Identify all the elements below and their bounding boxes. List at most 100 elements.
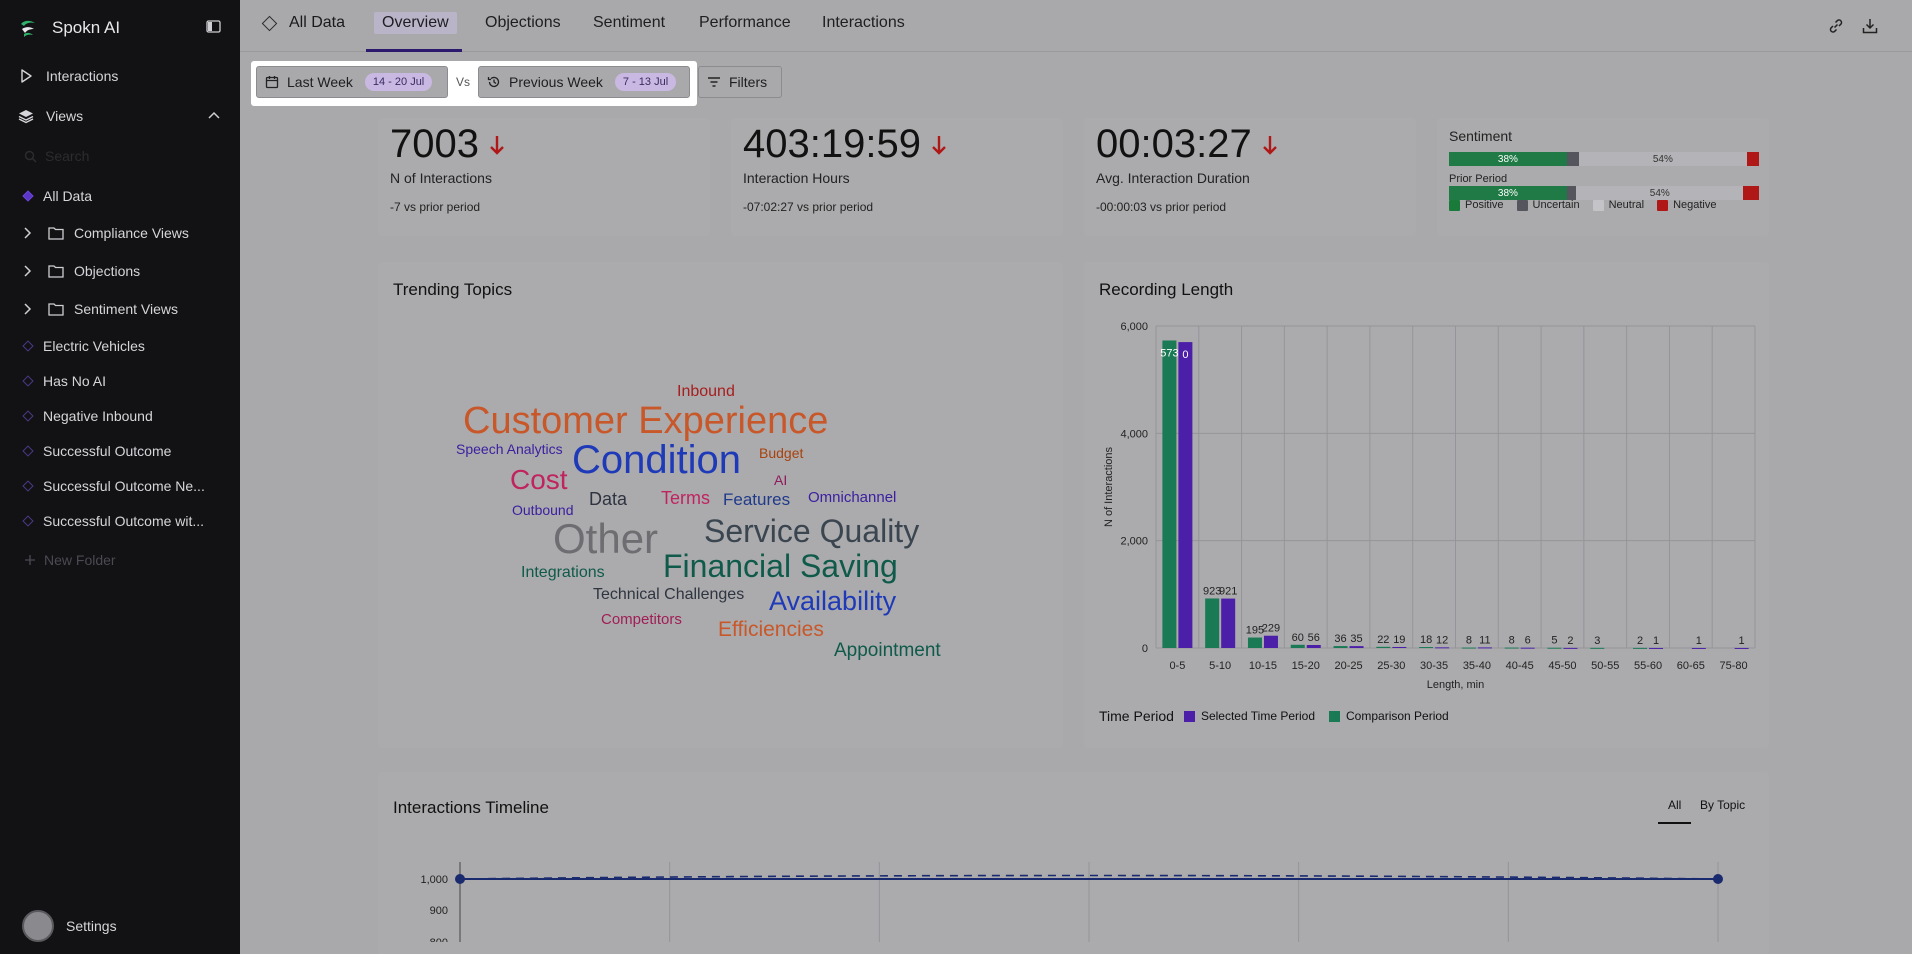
topic-word[interactable]: Appointment xyxy=(834,641,941,660)
view-item[interactable]: Negative Inbound xyxy=(22,405,153,427)
topic-word[interactable]: Efficiencies xyxy=(718,619,824,640)
bar-selected xyxy=(1435,647,1450,649)
legend-item-comparison[interactable]: Comparison Period xyxy=(1329,709,1449,723)
settings-button[interactable]: Settings xyxy=(22,910,117,942)
x-tick-label: 50-55 xyxy=(1591,660,1619,672)
sentiment-bar-prior: 38% 54% xyxy=(1449,186,1759,200)
view-item-label: All Data xyxy=(43,188,93,204)
x-tick-label: 75-80 xyxy=(1720,660,1748,672)
kpi-card-duration: 00:03:27 Avg. Interaction Duration -00:0… xyxy=(1084,118,1416,236)
chevron-right-icon[interactable] xyxy=(22,265,34,277)
bar-label: 60 xyxy=(1292,632,1304,644)
brand[interactable]: Spokn AI xyxy=(18,16,120,40)
new-folder-button[interactable]: New Folder xyxy=(24,552,116,568)
view-item[interactable]: Has No AI xyxy=(22,370,107,392)
tab-interactions[interactable]: Interactions xyxy=(822,14,905,32)
topic-word[interactable]: Budget xyxy=(759,446,803,460)
bar-label: 573 xyxy=(1160,347,1178,359)
bar-selected xyxy=(1349,646,1364,648)
sidebar-item-label: Views xyxy=(46,108,84,124)
topic-word[interactable]: Speech Analytics xyxy=(456,442,563,456)
folder-sentiment-views[interactable]: Sentiment Views xyxy=(22,297,178,321)
breadcrumb[interactable]: All Data xyxy=(261,14,345,32)
bar-label: 1 xyxy=(1653,635,1659,647)
kpi-label: Avg. Interaction Duration xyxy=(1096,170,1250,186)
topic-word[interactable]: Availability xyxy=(769,588,896,615)
topic-word[interactable]: Condition xyxy=(572,440,741,480)
bar-label: 36 xyxy=(1334,633,1346,645)
views-search-input[interactable] xyxy=(45,148,215,164)
tab-overview[interactable]: Overview xyxy=(374,12,457,34)
view-item-label: Has No AI xyxy=(43,373,107,389)
bar-comparison xyxy=(1162,340,1177,648)
view-item[interactable]: Successful Outcome wit... xyxy=(22,510,204,532)
view-item[interactable]: Successful Outcome xyxy=(22,440,171,462)
topic-word[interactable]: Technical Challenges xyxy=(593,587,744,603)
diamond-icon xyxy=(22,445,34,457)
view-item[interactable]: Electric Vehicles xyxy=(22,335,145,357)
y-tick-label: 6,000 xyxy=(1120,321,1148,333)
x-axis-label: Length, min xyxy=(1427,679,1484,691)
download-icon[interactable] xyxy=(1861,17,1879,35)
bar-label: 3 xyxy=(1594,635,1600,647)
topic-word[interactable]: Financial Saving xyxy=(663,550,898,582)
topic-word[interactable]: Omnichannel xyxy=(808,490,896,505)
kpi-value: 403:19:59 xyxy=(743,122,947,167)
topic-word[interactable]: Other xyxy=(553,518,658,560)
bar-label: 6 xyxy=(1525,635,1531,647)
bar-comparison xyxy=(1290,644,1305,648)
bar-comparison xyxy=(1247,637,1262,648)
bar-label: 11 xyxy=(1479,634,1490,646)
x-tick-label: 10-15 xyxy=(1249,660,1277,672)
topic-word[interactable]: Competitors xyxy=(601,612,682,627)
sidebar-item-interactions[interactable]: Interactions xyxy=(18,64,118,88)
sentiment-uncertain-segment xyxy=(1566,186,1577,200)
sidebar-item-views[interactable]: Views xyxy=(18,104,228,128)
previous-period-button[interactable]: Previous Week 7 - 13 Jul xyxy=(478,66,690,98)
folder-compliance-views[interactable]: Compliance Views xyxy=(22,221,189,245)
topic-word[interactable]: Terms xyxy=(661,489,710,507)
legend-item-neutral: Neutral xyxy=(1592,199,1644,211)
kpi-label: N of Interactions xyxy=(390,170,492,186)
topic-word[interactable]: Customer Experience xyxy=(463,402,828,440)
topic-word[interactable]: Service Quality xyxy=(704,515,919,547)
view-item-all-data[interactable]: All Data xyxy=(22,185,93,207)
filters-button[interactable]: Filters xyxy=(698,66,782,98)
x-tick-label: 30-35 xyxy=(1420,660,1448,672)
tab-sentiment[interactable]: Sentiment xyxy=(593,14,665,32)
y-tick-label: 2,000 xyxy=(1120,536,1148,548)
tab-performance[interactable]: Performance xyxy=(699,14,791,32)
topic-word[interactable]: Cost xyxy=(510,466,568,494)
diamond-icon xyxy=(22,375,34,387)
arrow-down-icon xyxy=(490,135,504,155)
sidebar-item-label: Interactions xyxy=(46,68,119,84)
kpi-card-hours: 403:19:59 Interaction Hours -07:02:27 vs… xyxy=(731,118,1063,236)
timeline-tab-indicator xyxy=(1658,822,1691,824)
timeline-tab-by-topic[interactable]: By Topic xyxy=(1700,798,1745,812)
chevron-up-icon[interactable] xyxy=(208,111,220,121)
folder-objections[interactable]: Objections xyxy=(22,259,140,283)
current-period-button[interactable]: Last Week 14 - 20 Jul xyxy=(256,66,448,98)
legend-item-selected[interactable]: Selected Time Period xyxy=(1183,709,1315,723)
sentiment-neutral-segment: 54% xyxy=(1576,186,1744,200)
sidebar-collapse-icon[interactable] xyxy=(206,19,221,34)
chevron-right-icon[interactable] xyxy=(22,227,34,239)
sentiment-positive-segment: 38% xyxy=(1449,152,1567,166)
bar-label: 8 xyxy=(1466,635,1472,647)
link-icon[interactable] xyxy=(1827,17,1845,35)
topic-word[interactable]: Features xyxy=(723,491,790,508)
chevron-right-icon[interactable] xyxy=(22,303,34,315)
bar-selected xyxy=(1563,647,1578,649)
topic-word[interactable]: AI xyxy=(774,473,787,487)
bar-label: 229 xyxy=(1262,623,1280,635)
x-tick-label: 35-40 xyxy=(1463,660,1491,672)
bar-comparison xyxy=(1205,598,1220,648)
vs-label: Vs xyxy=(456,75,471,89)
topic-word[interactable]: Data xyxy=(589,490,627,508)
timeline-tab-all[interactable]: All xyxy=(1668,798,1681,812)
tab-objections[interactable]: Objections xyxy=(485,14,561,32)
topic-word[interactable]: Integrations xyxy=(521,565,605,581)
views-search[interactable] xyxy=(24,146,215,166)
topic-word[interactable]: Inbound xyxy=(677,384,735,400)
view-item[interactable]: Successful Outcome Ne... xyxy=(22,475,205,497)
